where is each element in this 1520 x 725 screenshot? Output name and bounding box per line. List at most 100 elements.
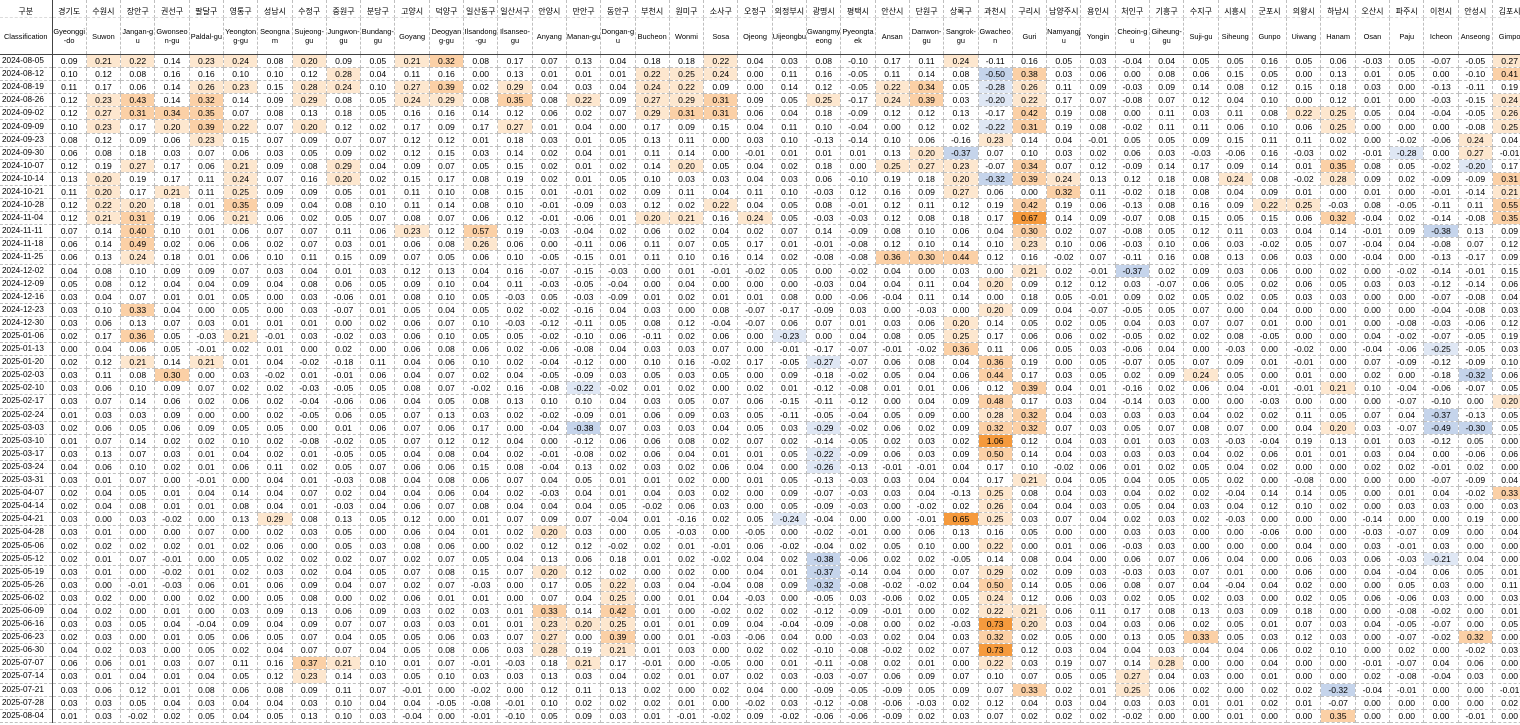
table-cell: 0.07 — [86, 394, 122, 409]
table-cell: 0.01 — [1252, 355, 1288, 370]
table-cell: 0.10 — [772, 133, 808, 147]
table-cell: 0.09 — [257, 159, 293, 173]
table-cell: 0.00 — [737, 368, 773, 383]
table-cell: 0.17 — [497, 54, 533, 69]
column-header-korean: 동안구 — [600, 0, 636, 18]
table-cell: 0.05 — [1492, 617, 1520, 632]
table-cell: -0.05 — [1252, 329, 1288, 344]
table-cell: 0.05 — [532, 290, 567, 304]
table-cell: 0.10 — [1012, 460, 1048, 475]
table-cell: 0.01 — [429, 591, 465, 605]
table-cell: 0.06 — [875, 669, 910, 684]
table-cell: 0.12 — [1012, 643, 1048, 658]
table-cell: 0.04 — [703, 421, 739, 435]
table-cell: 0.00 — [1492, 460, 1520, 475]
table-cell: 0.05 — [189, 709, 224, 723]
table-cell: 0.09 — [257, 185, 293, 200]
table-row: 2025-04-28 0.03 0.01 0.00 0.00 0.07 0.00 0.02 0.… — [0, 525, 1520, 540]
table-cell: -0.04 — [1115, 54, 1151, 69]
table-cell: 0.12 — [86, 67, 122, 82]
table-cell: 0.05 — [1046, 342, 1082, 357]
table-cell: 0.07 — [257, 172, 293, 186]
table-cell: 0.05 — [772, 93, 808, 108]
table-cell: 0.09 — [394, 159, 430, 173]
table-cell: 0.09 — [1218, 159, 1253, 173]
table-cell: -0.07 — [978, 159, 1013, 173]
table-cell: 0.16 — [1012, 250, 1048, 265]
table-cell: 0.04 — [1218, 381, 1253, 396]
table-cell: 0.11 — [497, 277, 533, 291]
table-cell: 0.21 — [1012, 604, 1048, 619]
table-cell: 0.04 — [600, 54, 636, 69]
table-cell: 0.07 — [497, 512, 533, 527]
table-cell: 0.03 — [1149, 643, 1185, 658]
table-cell: 0.12 — [1080, 277, 1116, 291]
table-cell: 0.00 — [1286, 669, 1322, 684]
table-cell: -0.07 — [840, 342, 876, 357]
table-cell: -0.05 — [326, 381, 362, 396]
table-cell: 0.08 — [1012, 486, 1048, 501]
table-cell: 0.07 — [1320, 237, 1356, 252]
table-cell: 0.04 — [154, 303, 190, 317]
table-cell: 0.06 — [635, 434, 670, 448]
table-cell: 0.07 — [120, 290, 156, 304]
table-cell: 0.02 — [1149, 486, 1185, 501]
table-cell: 0.01 — [360, 237, 396, 252]
table-cell: 0.39 — [1012, 381, 1048, 396]
table-cell: 0.06 — [223, 683, 259, 697]
table-cell: 0.05 — [1183, 290, 1219, 304]
table-cell: 0.00 — [1252, 709, 1288, 723]
table-cell: 0.05 — [1149, 355, 1185, 370]
table-cell: 0.19 — [1046, 198, 1082, 213]
row-date: 2024-11-18 — [0, 237, 53, 252]
table-cell: 0.14 — [669, 146, 705, 160]
table-cell: 0.11 — [635, 250, 670, 265]
table-cell: 0.18 — [600, 552, 636, 566]
table-cell: -0.13 — [1423, 80, 1459, 95]
column-header-english: Hanam — [1320, 17, 1356, 55]
table-cell: -0.04 — [840, 408, 876, 422]
table-cell: 0.03 — [669, 342, 705, 357]
table-cell: -0.06 — [326, 290, 362, 304]
table-cell: 0.04 — [1149, 342, 1185, 357]
table-cell: 0.03 — [1423, 578, 1459, 592]
table-cell: 0.24 — [943, 54, 979, 69]
table-cell: -0.12 — [806, 381, 842, 396]
table-cell: 0.04 — [189, 669, 224, 684]
table-cell: 0.12 — [806, 80, 842, 95]
table-cell: 0.05 — [1218, 617, 1253, 632]
table-cell: 0.07 — [1218, 421, 1253, 435]
table-cell: 0.02 — [669, 224, 705, 239]
table-cell: 0.04 — [737, 54, 773, 69]
table-cell: -0.08 — [840, 250, 876, 265]
table-cell: 0.02 — [463, 368, 499, 383]
table-cell: 0.01 — [257, 342, 293, 357]
table-cell: 0.08 — [1149, 211, 1185, 226]
table-cell: 0.33 — [120, 303, 156, 317]
table-cell: 0.09 — [154, 264, 190, 278]
column-header-korean: 군포시 — [1252, 0, 1288, 18]
table-cell: 0.12 — [52, 159, 87, 173]
table-cell: 0.18 — [806, 106, 842, 121]
table-cell: 0.09 — [909, 669, 945, 684]
table-cell: -0.04 — [189, 617, 224, 632]
table-cell: 0.09 — [223, 277, 259, 291]
table-cell: 0.01 — [532, 67, 567, 82]
table-cell: -0.07 — [1080, 303, 1116, 317]
table-cell: 0.00 — [1423, 683, 1459, 697]
table-cell: 0.03 — [360, 329, 396, 344]
table-cell: 0.09 — [1355, 172, 1391, 186]
table-cell: 0.07 — [257, 224, 293, 239]
table-cell: 0.10 — [978, 669, 1013, 684]
table-cell: 0.00 — [1252, 421, 1288, 435]
table-cell: 0.00 — [1492, 434, 1520, 448]
table-cell: 0.16 — [429, 106, 465, 121]
table-cell: 0.16 — [703, 250, 739, 265]
table-cell: 0.14 — [1012, 447, 1048, 461]
table-cell: 0.03 — [189, 316, 224, 330]
table-cell: 0.17 — [463, 421, 499, 435]
column-header-korean: 성남시 — [257, 0, 293, 18]
table-cell: 0.00 — [703, 381, 739, 396]
table-cell: -0.03 — [154, 578, 190, 592]
table-cell: 0.03 — [120, 512, 156, 527]
